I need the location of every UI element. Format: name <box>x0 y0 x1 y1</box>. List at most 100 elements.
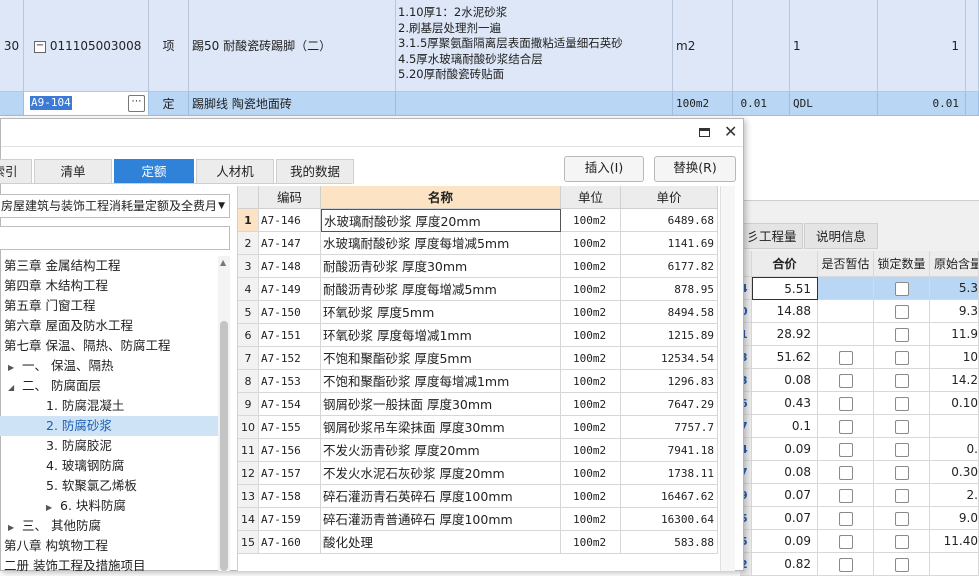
tree-item[interactable]: 1. 防腐混凝土 <box>0 396 218 416</box>
code-cell[interactable]: A7-146 <box>259 209 321 232</box>
lock-cell[interactable] <box>874 392 930 415</box>
name-cell[interactable]: 酸化处理 <box>321 531 561 554</box>
lock-checkbox[interactable] <box>894 281 909 296</box>
row-number[interactable]: 3 <box>238 255 259 278</box>
search-input[interactable] <box>0 226 230 250</box>
lock-checkbox[interactable] <box>894 488 909 503</box>
total-cell[interactable]: 0.08 <box>752 461 818 484</box>
total-cell[interactable]: 14.88 <box>752 300 818 323</box>
lock-cell[interactable] <box>874 415 930 438</box>
scroll-up-icon[interactable]: ▲ <box>220 258 226 267</box>
estimate-checkbox[interactable] <box>838 396 853 411</box>
tree-scrollbar[interactable]: ▲ <box>218 256 230 571</box>
unit-cell[interactable]: 100m2 <box>561 508 621 531</box>
name-cell[interactable]: 钢屑砂浆一般抹面 厚度30mm <box>321 393 561 416</box>
price-cell[interactable]: 7941.18 <box>621 439 718 462</box>
total-cell[interactable]: 51.62 <box>752 346 818 369</box>
estimate-checkbox[interactable] <box>838 350 853 365</box>
lock-checkbox[interactable] <box>894 350 909 365</box>
tree-item[interactable]: 2. 防腐砂浆 <box>0 416 218 436</box>
name-cell[interactable]: 碎石灌沥青石英碎石 厚度100mm <box>321 485 561 508</box>
replace-button[interactable]: 替换(R) <box>654 156 736 182</box>
tab-my-data[interactable]: 我的数据 <box>276 159 354 184</box>
dialog-titlebar[interactable]: ✕ <box>1 119 743 147</box>
name-cell[interactable]: 钢屑砂浆吊车梁抹面 厚度30mm <box>321 416 561 439</box>
estimate-checkbox[interactable] <box>838 442 853 457</box>
row-number[interactable]: 5 <box>238 301 259 324</box>
library-select[interactable]: 房屋建筑与装饰工程消耗量定额及全费月 ▼ <box>0 194 230 218</box>
name-cell[interactable]: 水玻璃耐酸砂浆 厚度20mm <box>321 209 561 232</box>
code-cell[interactable]: A7-150 <box>259 301 321 324</box>
lock-checkbox[interactable] <box>894 465 909 480</box>
total-cell[interactable]: 0.07 <box>752 507 818 530</box>
total-cell[interactable]: 0.1 <box>752 415 818 438</box>
tree-item[interactable]: 第七章 保温、隔热、防腐工程 <box>0 336 218 356</box>
estimate-cell[interactable] <box>818 553 874 576</box>
row-number[interactable]: 4 <box>238 278 259 301</box>
unit-cell[interactable]: 100m2 <box>561 232 621 255</box>
tree-item[interactable]: 3. 防腐胶泥 <box>0 436 218 456</box>
total-cell[interactable]: 0.09 <box>752 438 818 461</box>
code-cell[interactable]: A7-155 <box>259 416 321 439</box>
lock-checkbox[interactable] <box>894 373 909 388</box>
price-cell[interactable]: 6489.68 <box>621 209 718 232</box>
price-cell[interactable]: 583.88 <box>621 531 718 554</box>
total-cell[interactable]: 5.51 <box>752 277 818 300</box>
tree-item[interactable]: 第三章 金属结构工程 <box>0 256 218 276</box>
lock-cell[interactable] <box>874 530 930 553</box>
unit-cell[interactable]: 100m2 <box>561 324 621 347</box>
name-cell[interactable]: 不饱和聚酯砂浆 厚度每增减1mm <box>321 370 561 393</box>
close-icon[interactable]: ✕ <box>724 123 737 141</box>
lock-cell[interactable] <box>874 323 930 346</box>
unit-cell[interactable]: 100m2 <box>561 439 621 462</box>
estimate-cell[interactable] <box>818 300 874 323</box>
price-cell[interactable]: 1215.89 <box>621 324 718 347</box>
name-cell[interactable]: 环氧砂浆 厚度每增减1mm <box>321 324 561 347</box>
tab-quantity[interactable]: 彡工程量 <box>740 223 803 249</box>
more-button[interactable]: ⋯ <box>128 95 145 112</box>
row-number[interactable]: 8 <box>238 370 259 393</box>
estimate-checkbox[interactable] <box>838 465 853 480</box>
row-number[interactable]: 6 <box>238 324 259 347</box>
unit-cell[interactable]: 100m2 <box>561 462 621 485</box>
code-cell[interactable]: A7-156 <box>259 439 321 462</box>
lock-cell[interactable] <box>874 369 930 392</box>
lock-cell[interactable] <box>874 346 930 369</box>
unit-cell[interactable]: 100m2 <box>561 393 621 416</box>
name-cell[interactable]: 环氧砂浆 厚度5mm <box>321 301 561 324</box>
lock-checkbox[interactable] <box>894 511 909 526</box>
scroll-thumb[interactable] <box>220 321 228 571</box>
unit-cell[interactable]: 100m2 <box>561 370 621 393</box>
unit-cell[interactable]: 100m2 <box>561 347 621 370</box>
estimate-cell[interactable] <box>818 507 874 530</box>
estimate-cell[interactable] <box>818 369 874 392</box>
tab-quota[interactable]: 定额 <box>114 159 194 184</box>
price-cell[interactable]: 6177.82 <box>621 255 718 278</box>
code-cell[interactable]: A7-157 <box>259 462 321 485</box>
total-cell[interactable]: 28.92 <box>752 323 818 346</box>
total-cell[interactable]: 0.09 <box>752 530 818 553</box>
tab-list[interactable]: 清单 <box>34 159 112 184</box>
lock-cell[interactable] <box>874 461 930 484</box>
estimate-cell[interactable] <box>818 346 874 369</box>
estimate-checkbox[interactable] <box>838 557 853 572</box>
code-cell[interactable]: A7-149 <box>259 278 321 301</box>
estimate-checkbox[interactable] <box>838 511 853 526</box>
estimate-cell[interactable] <box>818 530 874 553</box>
price-cell[interactable]: 16467.62 <box>621 485 718 508</box>
tab-description[interactable]: 说明信息 <box>804 223 878 249</box>
row-number[interactable]: 10 <box>238 416 259 439</box>
tree-item[interactable]: ▶ 一、 保温、隔热 <box>0 356 218 376</box>
lock-checkbox[interactable] <box>894 396 909 411</box>
unit-cell[interactable]: 100m2 <box>561 531 621 554</box>
estimate-checkbox[interactable] <box>838 419 853 434</box>
name-cell[interactable]: 水玻璃耐酸砂浆 厚度每增减5mm <box>321 232 561 255</box>
lock-checkbox[interactable] <box>894 557 909 572</box>
row-number[interactable]: 15 <box>238 531 259 554</box>
code-cell[interactable]: A7-147 <box>259 232 321 255</box>
price-cell[interactable]: 7757.7 <box>621 416 718 439</box>
code-input[interactable]: A9-104 <box>30 96 72 110</box>
tree-item[interactable]: 第四章 木结构工程 <box>0 276 218 296</box>
row-number[interactable]: 11 <box>238 439 259 462</box>
code-cell[interactable]: A7-158 <box>259 485 321 508</box>
